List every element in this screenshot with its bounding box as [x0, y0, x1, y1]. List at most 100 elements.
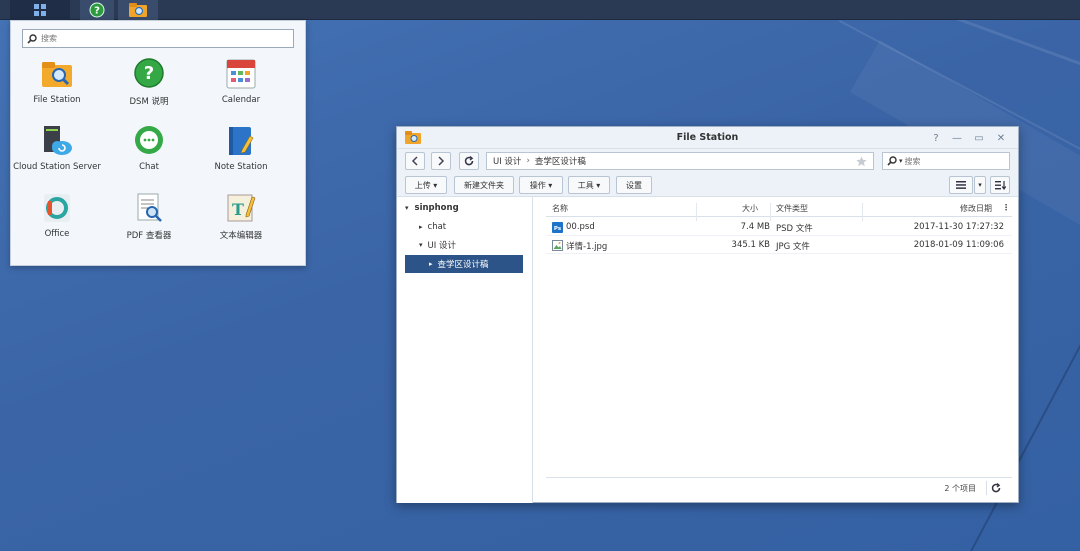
column-menu-icon[interactable]: ⋮: [1002, 203, 1010, 212]
path-bar[interactable]: UI 设计 › 查学区设计稿: [486, 152, 874, 170]
forward-button[interactable]: [431, 152, 451, 170]
tree-item-label: 查学区设计稿: [437, 260, 489, 270]
tree-item-label: UI 设计: [427, 241, 456, 251]
tree-item-selected-folder[interactable]: ▸ 查学区设计稿: [405, 255, 523, 273]
app-label: Cloud Station Server: [13, 162, 101, 172]
app-calendar[interactable]: Calendar: [195, 57, 287, 105]
star-icon[interactable]: [856, 156, 867, 167]
taskbar: ?: [0, 0, 1080, 20]
taskbar-file-station-button[interactable]: [118, 0, 158, 20]
file-size: 345.1 KB: [731, 240, 770, 250]
taskbar-help-button[interactable]: ?: [80, 0, 114, 20]
app-label: Office: [44, 229, 70, 239]
view-list-button[interactable]: [949, 176, 973, 194]
tree-root[interactable]: ▾ sinphong: [405, 199, 459, 217]
psd-file-icon: Ps: [552, 222, 563, 233]
app-dsm-help[interactable]: ? DSM 说明: [103, 57, 195, 107]
window-maximize-button[interactable]: ▭: [972, 131, 986, 145]
help-icon: ?: [89, 2, 105, 18]
file-type: JPG 文件: [776, 242, 810, 252]
text-editor-icon: T: [227, 194, 256, 222]
footer-refresh-button[interactable]: [986, 481, 1001, 495]
window-search-input[interactable]: ▾ 搜索: [882, 152, 1010, 170]
pdf-viewer-icon: [137, 193, 162, 222]
main-menu-button[interactable]: [10, 0, 70, 20]
file-size: 7.4 MB: [740, 222, 770, 232]
sort-icon: [994, 180, 1006, 190]
list-view-icon: [956, 181, 966, 189]
app-label: DSM 说明: [129, 97, 169, 107]
sort-button[interactable]: [990, 176, 1010, 194]
app-label: Chat: [139, 162, 159, 172]
menu-search-input[interactable]: 搜索: [22, 29, 294, 48]
app-label: PDF 查看器: [126, 231, 172, 241]
app-note-station[interactable]: Note Station: [195, 124, 287, 172]
svg-text:T: T: [232, 200, 244, 219]
tree-item-chat[interactable]: ▸ chat: [419, 218, 446, 236]
refresh-icon: [464, 156, 474, 166]
svg-text:?: ?: [94, 6, 100, 17]
file-modified: 2018-01-09 11:09:06: [913, 240, 1004, 250]
main-menu-panel: 搜索 File Station ? DSM 说明 Calendar Cloud …: [10, 20, 306, 266]
path-segment[interactable]: UI 设计: [493, 155, 521, 167]
cloud-station-icon: [44, 126, 72, 155]
back-button[interactable]: [405, 152, 425, 170]
action-button[interactable]: 操作 ▾: [519, 176, 563, 194]
app-pdf-viewer[interactable]: PDF 查看器: [103, 191, 195, 241]
status-bar: 2 个项目: [546, 477, 1012, 497]
new-folder-button[interactable]: 新建文件夹: [454, 176, 514, 194]
search-icon: [27, 33, 37, 44]
menu-search-placeholder: 搜索: [41, 34, 57, 43]
app-file-station[interactable]: File Station: [11, 57, 103, 105]
window-search-placeholder: 搜索: [904, 156, 921, 166]
app-label: File Station: [33, 95, 81, 105]
app-text-editor[interactable]: T 文本编辑器: [195, 191, 287, 241]
table-row[interactable]: 详情-1.jpg 345.1 KB JPG 文件 2018-01-09 11:0…: [546, 236, 1012, 254]
chevron-down-icon: ▾: [978, 181, 982, 189]
column-header-modified[interactable]: 修改日期: [960, 203, 992, 214]
window-close-button[interactable]: ✕: [994, 131, 1008, 145]
chevron-right-icon: [438, 156, 445, 166]
app-label: Note Station: [214, 162, 268, 172]
file-modified: 2017-11-30 17:27:32: [913, 222, 1004, 232]
settings-button[interactable]: 设置: [616, 176, 652, 194]
calendar-icon: [226, 59, 256, 89]
app-label: Calendar: [221, 95, 261, 105]
app-office[interactable]: Office: [11, 191, 103, 239]
upload-button[interactable]: 上传 ▾: [405, 176, 447, 194]
view-options-button[interactable]: ▾: [974, 176, 986, 194]
tools-button[interactable]: 工具 ▾: [568, 176, 610, 194]
path-segment[interactable]: 查学区设计稿: [535, 155, 586, 167]
file-station-icon: [129, 3, 147, 17]
path-separator-icon: ›: [526, 156, 530, 166]
file-name: 00.psd: [566, 222, 595, 232]
app-chat[interactable]: Chat: [103, 124, 195, 172]
chevron-down-icon: ▾: [899, 157, 903, 165]
refresh-icon: [991, 483, 1001, 493]
chevron-left-icon: [411, 156, 418, 166]
folder-tree: ▾ sinphong ▸ chat ▾ UI 设计 ▸ 查学区设计稿: [397, 197, 533, 503]
note-station-icon: [229, 127, 254, 155]
window-help-button[interactable]: ?: [929, 131, 943, 145]
main-menu-icon: [34, 4, 46, 16]
svg-text:Ps: Ps: [554, 226, 562, 232]
chevron-right-icon: ▸: [419, 223, 423, 231]
file-station-icon: [42, 62, 72, 87]
column-header-type[interactable]: 文件类型: [776, 203, 808, 214]
tree-item-ui-design[interactable]: ▾ UI 设计: [419, 236, 456, 254]
app-cloud-station-server[interactable]: Cloud Station Server: [11, 124, 103, 172]
item-count: 2 个项目: [944, 484, 976, 493]
office-icon: [44, 194, 70, 222]
column-header-name[interactable]: 名称: [552, 203, 568, 214]
app-label: 文本编辑器: [219, 231, 263, 241]
file-list-header: 名称 大小 文件类型 修改日期 ⋮: [546, 199, 1012, 221]
help-icon: ?: [134, 58, 164, 88]
table-row[interactable]: Ps 00.psd 7.4 MB PSD 文件 2017-11-30 17:27…: [546, 218, 1012, 236]
window-titlebar[interactable]: File Station ? — ▭ ✕: [397, 127, 1018, 149]
column-header-size[interactable]: 大小: [742, 203, 758, 214]
jpg-file-icon: [552, 240, 563, 251]
search-icon: [887, 156, 897, 166]
chat-icon: [135, 126, 163, 154]
refresh-button[interactable]: [459, 152, 479, 170]
window-minimize-button[interactable]: —: [950, 131, 964, 145]
